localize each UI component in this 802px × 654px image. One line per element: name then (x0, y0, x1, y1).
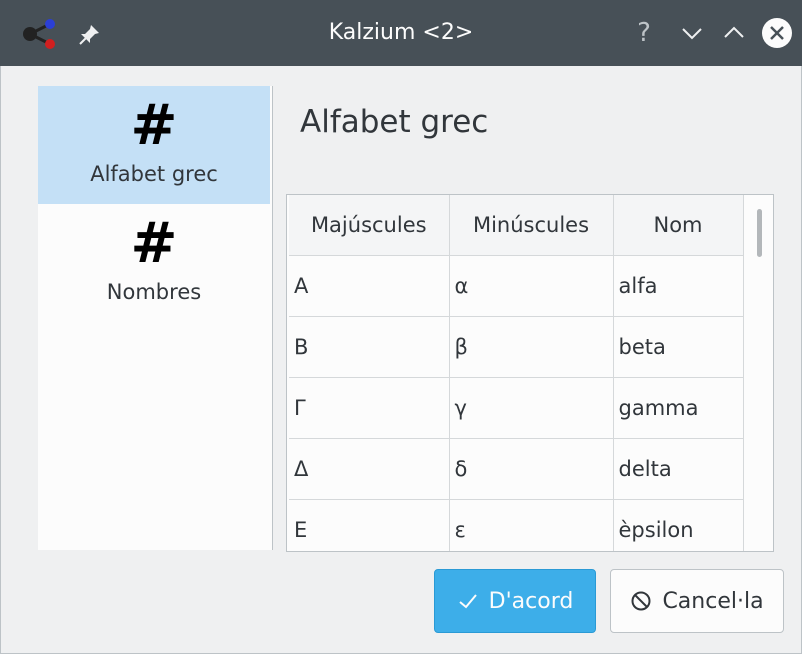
table-cell[interactable]: gamma (613, 377, 744, 439)
page-item-label: Alfabet grec (90, 162, 218, 186)
table-row[interactable]: Ε ε èpsilon (289, 499, 744, 551)
ok-button-label: D'acord (488, 588, 574, 614)
scrollbar-thumb[interactable] (757, 209, 762, 257)
page-item-alfabet-grec[interactable]: # Alfabet grec (38, 86, 270, 204)
table-cell[interactable]: Ε (289, 499, 450, 551)
cancel-button-label: Cancel·la (662, 588, 764, 614)
table: Majúscules Minúscules Nom Α α alfa Β β b… (289, 195, 744, 551)
close-icon[interactable] (762, 18, 792, 48)
page-item-label: Nombres (106, 280, 202, 304)
kalzium-app-icon[interactable] (20, 18, 64, 50)
table-cell[interactable]: β (449, 316, 614, 378)
table-row[interactable]: Δ δ delta (289, 438, 744, 500)
ok-button[interactable]: D'acord (434, 569, 596, 633)
page-item-nombres[interactable]: # Nombres (38, 204, 270, 322)
table-cell[interactable]: alfa (613, 255, 744, 317)
column-header-majuscules[interactable]: Majúscules (289, 195, 450, 256)
vertical-scrollbar[interactable] (747, 195, 773, 551)
table-header-row: Majúscules Minúscules Nom (289, 195, 744, 256)
table-cell[interactable]: delta (613, 438, 744, 500)
page-title: Alfabet grec (300, 104, 489, 140)
title-bar[interactable]: Kalzium <2> ? (0, 0, 802, 66)
hash-icon: # (130, 93, 178, 158)
table-cell[interactable]: α (449, 255, 614, 317)
cancel-icon (631, 591, 651, 611)
help-button[interactable]: ? (630, 19, 658, 47)
table-cell[interactable]: èpsilon (613, 499, 744, 551)
hash-icon: # (130, 211, 178, 276)
table-cell[interactable]: Γ (289, 377, 450, 439)
checkmark-icon (459, 594, 477, 609)
minimize-icon[interactable] (678, 19, 706, 47)
table-row[interactable]: Α α alfa (289, 255, 744, 317)
table-cell[interactable]: ε (449, 499, 614, 551)
pin-icon[interactable] (76, 22, 102, 48)
column-header-minuscules[interactable]: Minúscules (449, 195, 614, 256)
page-list[interactable]: # Alfabet grec # Nombres (38, 86, 273, 550)
table-row[interactable]: Β β beta (289, 316, 744, 378)
table-cell[interactable]: γ (449, 377, 614, 439)
table-row[interactable]: Γ γ gamma (289, 377, 744, 439)
cancel-button[interactable]: Cancel·la (610, 569, 784, 633)
help-icon: ? (637, 18, 651, 48)
greek-alphabet-table[interactable]: Majúscules Minúscules Nom Α α alfa Β β b… (286, 194, 774, 552)
table-cell[interactable]: Β (289, 316, 450, 378)
table-cell[interactable]: Α (289, 255, 450, 317)
table-cell[interactable]: δ (449, 438, 614, 500)
column-header-nom[interactable]: Nom (613, 195, 744, 256)
maximize-icon[interactable] (720, 19, 748, 47)
table-cell[interactable]: beta (613, 316, 744, 378)
table-cell[interactable]: Δ (289, 438, 450, 500)
